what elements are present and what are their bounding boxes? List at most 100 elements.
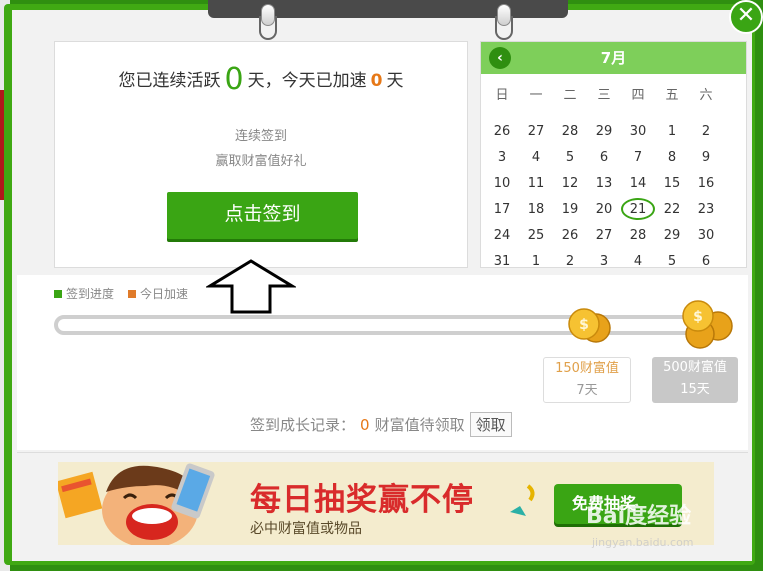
weekday: 六 bbox=[699, 88, 713, 103]
weekday: 日 bbox=[495, 88, 509, 103]
calendar-day[interactable]: 11 bbox=[519, 176, 553, 191]
weekday: 一 bbox=[529, 88, 543, 103]
calendar-week: 26 27 28 29 30 1 2 bbox=[485, 118, 723, 144]
calendar-day[interactable]: 27 bbox=[587, 228, 621, 243]
calendar-week: 24 25 26 27 28 29 30 bbox=[485, 222, 723, 248]
calendar-day[interactable]: 9 bbox=[689, 150, 723, 165]
calendar-day[interactable]: 24 bbox=[485, 228, 519, 243]
calendar-day[interactable]: 5 bbox=[553, 150, 587, 165]
legend-progress: 签到进度 bbox=[54, 285, 114, 302]
calendar-day[interactable]: 8 bbox=[655, 150, 689, 165]
chevron-left-icon: ‹ bbox=[497, 50, 503, 66]
confetti-icon bbox=[510, 484, 535, 516]
active-days-count: 0 bbox=[224, 62, 244, 97]
calendar-day[interactable]: 28 bbox=[553, 124, 587, 139]
calendar-day[interactable]: 5 bbox=[655, 254, 689, 269]
calendar-day[interactable]: 4 bbox=[519, 150, 553, 165]
calendar-day[interactable]: 6 bbox=[587, 150, 621, 165]
calendar-header: 7月 ‹ bbox=[481, 42, 746, 74]
close-icon: ✕ bbox=[736, 3, 756, 28]
calendar-day[interactable]: 1 bbox=[655, 124, 689, 139]
up-arrow-icon bbox=[206, 259, 296, 314]
legend-speedup: 今日加速 bbox=[128, 285, 188, 302]
promo-line-1: 连续签到 bbox=[234, 129, 287, 144]
promo-text: 连续签到 赢取财富值好礼 bbox=[55, 124, 467, 174]
calendar-day[interactable]: 12 bbox=[553, 176, 587, 191]
calendar-day[interactable]: 4 bbox=[621, 254, 655, 269]
watermark-url: jingyan.baidu.com bbox=[592, 536, 694, 549]
growth-record: 签到成长记录： 0 财富值待领取 领取 bbox=[250, 412, 512, 437]
calendar-week: 17 18 19 20 21 22 23 bbox=[485, 196, 723, 222]
calendar-day[interactable]: 30 bbox=[621, 124, 655, 139]
signin-button[interactable]: 点击签到 bbox=[167, 192, 358, 239]
speedup-days-count: 0 bbox=[370, 71, 383, 91]
coins-icon: $ bbox=[568, 308, 611, 343]
binder-ring-icon bbox=[259, 4, 277, 40]
calendar-day[interactable]: 10 bbox=[485, 176, 519, 191]
weekday: 二 bbox=[563, 88, 577, 103]
reward-milestone-150: 150财富值 7天 bbox=[543, 357, 631, 403]
calendar-day[interactable]: 19 bbox=[553, 202, 587, 217]
calendar-day[interactable]: 29 bbox=[655, 228, 689, 243]
stats-suffix: 天 bbox=[386, 71, 404, 91]
calendar-day[interactable]: 26 bbox=[553, 228, 587, 243]
calendar-day[interactable]: 6 bbox=[689, 254, 723, 269]
reward-value: 150财富值 bbox=[555, 361, 619, 376]
calendar-day[interactable]: 23 bbox=[689, 202, 723, 217]
calendar-day[interactable]: 22 bbox=[655, 202, 689, 217]
calendar-week: 31 1 2 3 4 5 6 bbox=[485, 248, 723, 274]
calendar-day[interactable]: 2 bbox=[689, 124, 723, 139]
calendar-day[interactable]: 29 bbox=[587, 124, 621, 139]
stats-prefix: 您已连续活跃 bbox=[118, 71, 221, 91]
claim-button[interactable]: 领取 bbox=[469, 412, 512, 437]
svg-text:$: $ bbox=[579, 317, 589, 333]
growth-label: 签到成长记录： bbox=[250, 416, 356, 434]
calendar-day[interactable]: 31 bbox=[485, 254, 519, 269]
calendar-day[interactable]: 1 bbox=[519, 254, 553, 269]
stats-mid: 天，今天已加速 bbox=[247, 71, 367, 91]
promo-line-2: 赢取财富值好礼 bbox=[215, 154, 307, 169]
banner-subtitle: 必中财富值或物品 bbox=[250, 521, 362, 537]
calendar-day[interactable]: 3 bbox=[485, 150, 519, 165]
progress-legend: 签到进度 今日加速 bbox=[54, 285, 188, 302]
calendar-week: 3456789 bbox=[485, 144, 723, 170]
progress-track bbox=[54, 315, 714, 335]
binder-ring-icon bbox=[495, 4, 513, 40]
calendar-day[interactable]: 13 bbox=[587, 176, 621, 191]
legend-progress-label: 签到进度 bbox=[66, 287, 115, 301]
legend-speedup-label: 今日加速 bbox=[140, 287, 189, 301]
calendar-day[interactable]: 16 bbox=[689, 176, 723, 191]
close-button[interactable]: ✕ bbox=[729, 0, 763, 34]
calendar-day[interactable]: 30 bbox=[689, 228, 723, 243]
today-marker: 21 bbox=[621, 198, 655, 220]
pending-wealth-count: 0 bbox=[360, 415, 370, 434]
mascot-illustration bbox=[58, 463, 215, 545]
calendar-day[interactable]: 7 bbox=[621, 150, 655, 165]
coins-stack-icon: $ bbox=[682, 300, 733, 349]
divider bbox=[17, 452, 748, 453]
calendar-day[interactable]: 15 bbox=[655, 176, 689, 191]
calendar-day[interactable]: 25 bbox=[519, 228, 553, 243]
weekday: 五 bbox=[665, 88, 679, 103]
prev-month-button[interactable]: ‹ bbox=[489, 47, 511, 69]
calendar-day[interactable]: 2 bbox=[553, 254, 587, 269]
calendar-day[interactable]: 20 bbox=[587, 202, 621, 217]
reward-value: 500财富值 bbox=[663, 360, 727, 375]
svg-text:$: $ bbox=[693, 309, 703, 325]
legend-swatch-green bbox=[54, 290, 62, 298]
calendar-day[interactable]: 27 bbox=[519, 124, 553, 139]
calendar-day[interactable]: 17 bbox=[485, 202, 519, 217]
reward-days: 7天 bbox=[576, 383, 598, 398]
calendar-day[interactable]: 3 bbox=[587, 254, 621, 269]
calendar-day[interactable]: 14 bbox=[621, 176, 655, 191]
calendar-day[interactable]: 18 bbox=[519, 202, 553, 217]
growth-suffix: 财富值待领取 bbox=[374, 416, 465, 434]
signin-card: 您已连续活跃 0 天，今天已加速 0 天 连续签到 赢取财富值好礼 点击签到 bbox=[54, 41, 468, 268]
legend-swatch-orange bbox=[128, 290, 137, 298]
calendar-day[interactable]: 26 bbox=[485, 124, 519, 139]
calendar-weekdays: 日 一 二 三 四 五 六 bbox=[485, 84, 725, 103]
calendar-day[interactable]: 28 bbox=[621, 228, 655, 243]
calendar-day-today[interactable]: 21 bbox=[621, 198, 655, 220]
weekday: 三 bbox=[597, 88, 611, 103]
banner-title: 每日抽奖赢不停 bbox=[250, 482, 474, 518]
